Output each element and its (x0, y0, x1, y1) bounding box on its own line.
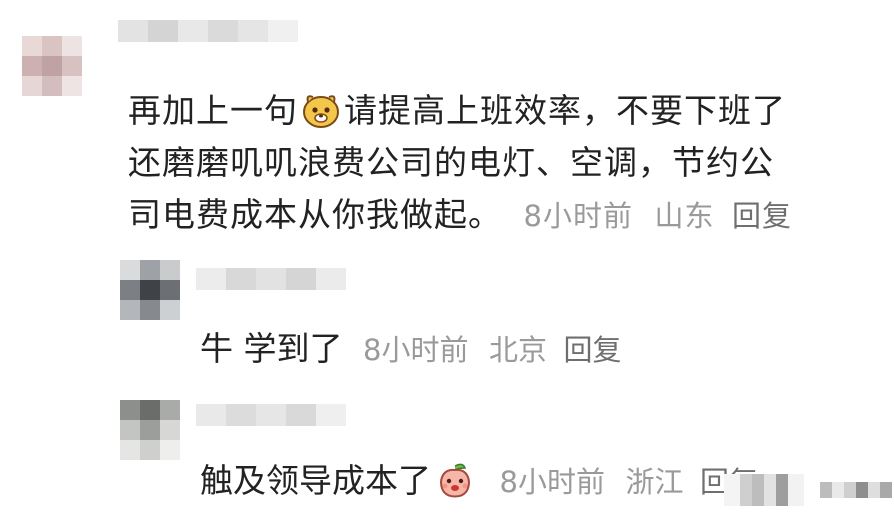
comment-location: 山东 (654, 199, 715, 233)
reply-line-2: 触及领导成本了 8小时前 浙江 回复 (200, 454, 758, 503)
reply-text: 牛 学到了 (200, 329, 343, 368)
comment-text-line-1: 再加上一句 请提高上班效率，不要下班了 (128, 84, 786, 133)
peach-face-emoji-icon (435, 460, 475, 500)
reply-location: 浙江 (625, 465, 684, 499)
comment-text-line-2-content: 还磨磨叽叽浪费公司的电灯、空调，节约公 (128, 143, 774, 182)
comment-text-part-a: 再加上一句 (128, 91, 298, 130)
reply-avatar[interactable] (120, 400, 180, 460)
mosaic-overlay (724, 466, 894, 514)
reply-avatar[interactable] (120, 260, 180, 320)
comment-text-part-b: 请提高上班效率，不要下班了 (344, 91, 786, 130)
reply-username[interactable] (196, 400, 346, 430)
reply-location: 北京 (488, 333, 547, 367)
dog-face-emoji-icon (300, 90, 342, 130)
comment-text-line-3-content: 司电费成本从你我做起。 (128, 195, 502, 234)
comment-text-line-3: 司电费成本从你我做起。 8小时前 山东 回复 (128, 188, 792, 236)
comment-text-line-2: 还磨磨叽叽浪费公司的电灯、空调，节约公 (128, 136, 774, 184)
reply-time: 8小时前 (499, 465, 605, 499)
reply-reply-button[interactable]: 回复 (563, 333, 621, 367)
comment-time: 8小时前 (523, 199, 633, 233)
reply-text: 触及领导成本了 (200, 461, 431, 500)
comment-reply-button[interactable]: 回复 (732, 199, 792, 233)
reply-username[interactable] (196, 264, 346, 294)
reply-time: 8小时前 (363, 333, 469, 367)
avatar[interactable] (22, 36, 82, 96)
reply-line-1: 牛 学到了 8小时前 北京 回复 (200, 322, 621, 370)
username[interactable] (118, 16, 298, 46)
